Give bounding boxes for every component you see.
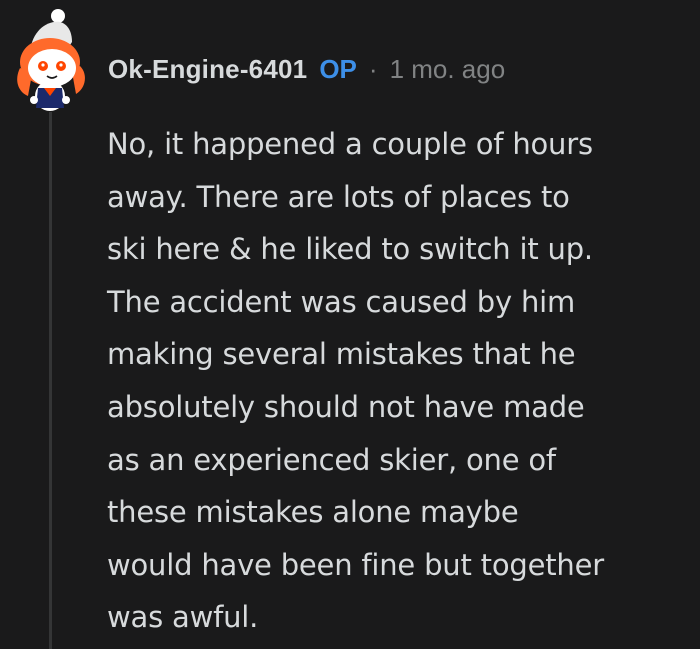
comment-line: No, it happened a couple of hours — [107, 127, 593, 161]
thread-line[interactable] — [49, 112, 52, 649]
snoo-avatar-icon — [17, 9, 85, 111]
comment-line: as an experienced skier, one of — [107, 442, 556, 477]
comment-line: away. There are lots of places to — [107, 179, 570, 214]
comment: Ok-Engine-6401 OP · 1 mo. ago No, it hap… — [0, 0, 700, 649]
comment-line: would have been fine but together — [107, 547, 604, 582]
comment-meta: Ok-Engine-6401 OP · 1 mo. ago — [108, 54, 505, 85]
comment-body: No, it happened a couple of hours away. … — [107, 118, 692, 644]
comment-line: was awful. — [107, 600, 259, 635]
meta-separator: · — [368, 54, 378, 84]
op-badge: OP — [319, 54, 357, 84]
author-username[interactable]: Ok-Engine-6401 — [108, 54, 307, 85]
comment-line: The accident was caused by him — [107, 284, 576, 319]
comment-timestamp[interactable]: 1 mo. ago — [390, 54, 506, 85]
comment-line: absolutely should not have made — [107, 389, 585, 424]
comment-line: ski here & he liked to switch it up. — [107, 232, 593, 267]
avatar[interactable] — [10, 8, 94, 112]
comment-line: making several mistakes that he — [107, 337, 576, 372]
comment-line: these mistakes alone maybe — [107, 495, 519, 530]
